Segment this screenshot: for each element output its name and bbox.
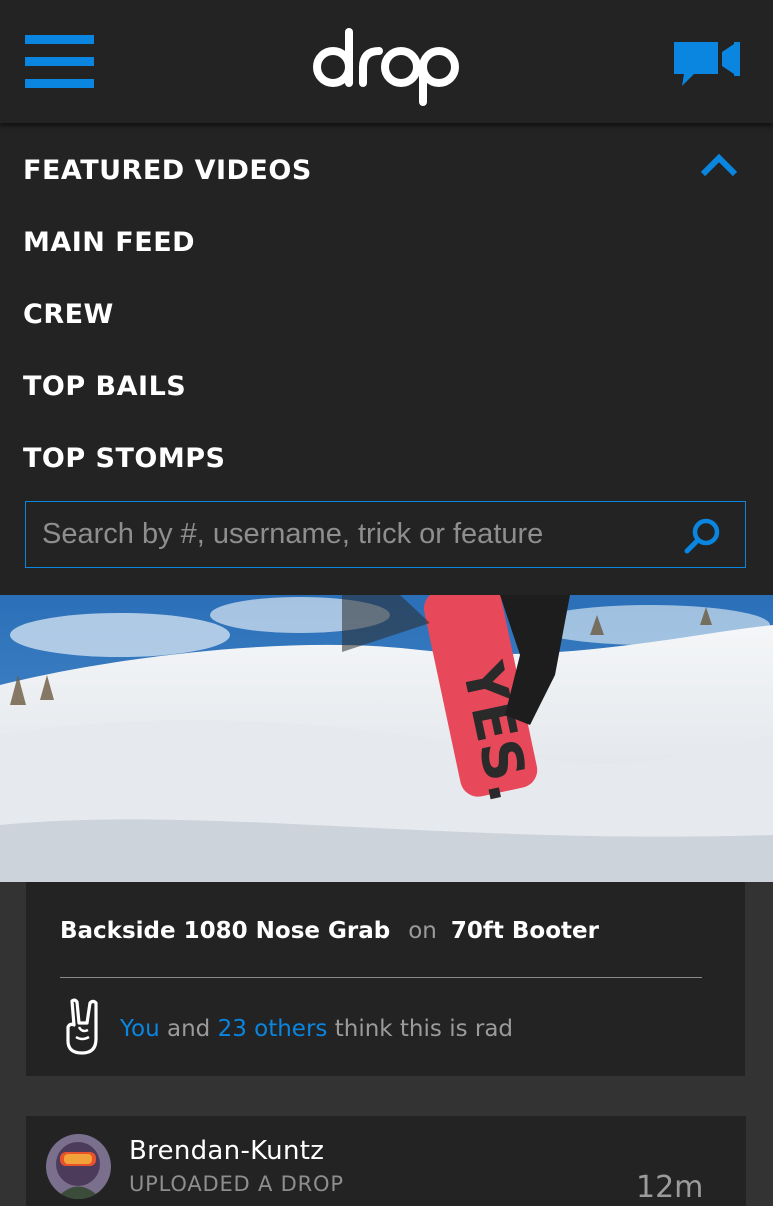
trick-line: Backside 1080 Nose Grab on 70ft Booter [60,918,599,944]
post-action: UPLOADED A DROP [129,1172,344,1196]
feature-name[interactable]: 70ft Booter [451,918,599,944]
rad-others-link[interactable]: 23 others [218,1016,328,1042]
menu-item-main-feed[interactable]: MAIN FEED [23,227,195,259]
hamburger-bar [25,57,94,66]
app-header [0,0,773,123]
menu-item-featured-videos[interactable]: FEATURED VIDEOS [23,155,312,187]
menu-item-top-bails[interactable]: TOP BAILS [23,371,186,403]
trick-name[interactable]: Backside 1080 Nose Grab [60,918,390,944]
video-info-card: Backside 1080 Nose Grab on 70ft Booter You… [26,882,745,1076]
menu-item-crew[interactable]: CREW [23,299,114,331]
feed-post[interactable]: Brendan-Kuntz UPLOADED A DROP 12m [26,1116,746,1206]
post-username[interactable]: Brendan-Kuntz [129,1136,324,1166]
avatar[interactable] [46,1134,111,1199]
on-word: on [408,918,437,944]
video-camera-icon[interactable] [672,38,742,90]
rad-and: and [166,1016,211,1042]
rad-count-text: You and 23 others think this is rad [120,1016,513,1042]
divider [60,977,702,978]
video-thumbnail[interactable]: YES. [0,595,773,882]
search-icon[interactable] [682,516,722,556]
chevron-up-icon[interactable] [700,153,738,177]
menu-item-top-stomps[interactable]: TOP STOMPS [23,443,225,475]
nav-menu: FEATURED VIDEOS MAIN FEED CREW TOP BAILS… [0,123,773,595]
drop-logo[interactable] [311,22,463,108]
hamburger-icon[interactable] [25,35,94,90]
search-box [25,501,746,568]
rad-you-link[interactable]: You [120,1016,160,1042]
hamburger-bar [25,35,94,44]
rock-hand-icon[interactable] [62,997,104,1057]
rad-suffix: think this is rad [334,1016,514,1042]
search-input[interactable] [42,502,672,567]
post-timestamp: 12m [636,1170,704,1205]
hamburger-bar [25,79,94,88]
